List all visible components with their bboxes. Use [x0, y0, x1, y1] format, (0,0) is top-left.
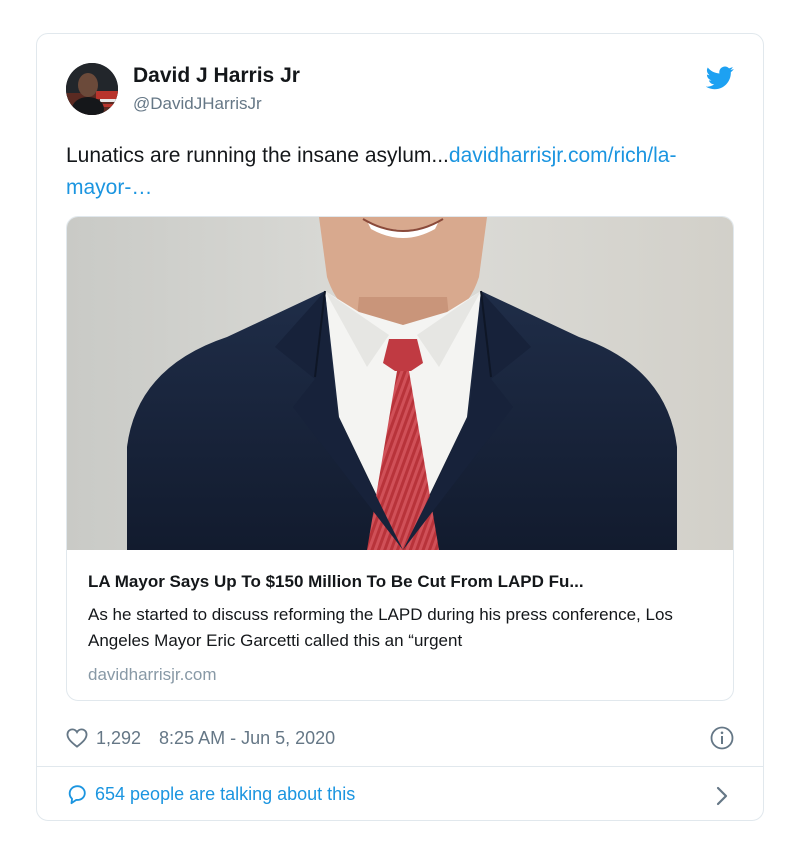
tweet-text-body: Lunatics are running the insane asylum..… [66, 144, 449, 167]
display-name[interactable]: David J Harris Jr [133, 64, 300, 88]
card-domain: davidharrisjr.com [88, 665, 217, 684]
heart-icon[interactable] [66, 728, 88, 748]
timestamp[interactable]: 8:25 AM - Jun 5, 2020 [159, 728, 335, 749]
info-icon[interactable] [710, 726, 734, 750]
speech-bubble-icon [66, 783, 88, 805]
user-handle[interactable]: @DavidJHarrisJr [133, 94, 262, 114]
tweet-meta: 1,292 8:25 AM - Jun 5, 2020 [66, 726, 335, 750]
twitter-bird-icon[interactable] [705, 66, 734, 90]
like-count[interactable]: 1,292 [96, 728, 141, 749]
card-description: As he started to discuss reforming the L… [88, 605, 673, 650]
tweet-text: Lunatics are running the insane asylum..… [66, 140, 726, 204]
conversation-text[interactable]: 654 people are talking about this [95, 784, 355, 805]
conversation-link[interactable]: 654 people are talking about this [66, 783, 355, 805]
card-title[interactable]: LA Mayor Says Up To $150 Million To Be C… [88, 572, 718, 592]
avatar[interactable] [66, 63, 118, 115]
tweet-embed: David J Harris Jr @DavidJHarrisJr Lunati… [36, 33, 764, 821]
chevron-right-icon[interactable] [715, 785, 729, 807]
card-image[interactable] [67, 217, 733, 550]
card-body[interactable]: LA Mayor Says Up To $150 Million To Be C… [67, 550, 733, 700]
link-card[interactable]: LA Mayor Says Up To $150 Million To Be C… [66, 216, 734, 701]
divider [37, 766, 763, 767]
